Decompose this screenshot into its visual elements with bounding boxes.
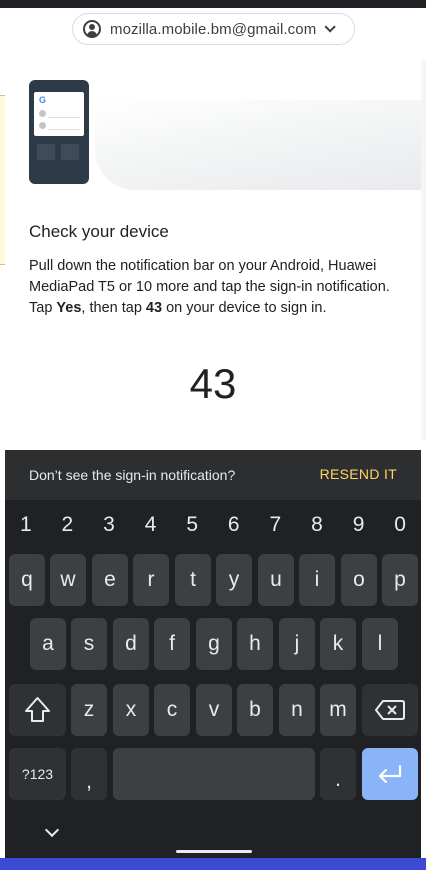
phone-button bbox=[61, 144, 79, 160]
status-bar bbox=[0, 0, 426, 8]
key-a[interactable]: a bbox=[30, 618, 66, 670]
key-z[interactable]: z bbox=[71, 684, 107, 736]
key-k[interactable]: k bbox=[320, 618, 356, 670]
key-j[interactable]: j bbox=[279, 618, 315, 670]
period-key[interactable]: . bbox=[320, 748, 356, 800]
key-x[interactable]: x bbox=[113, 684, 149, 736]
key-e[interactable]: e bbox=[92, 554, 128, 606]
shift-key[interactable] bbox=[9, 684, 66, 736]
verification-code: 43 bbox=[189, 360, 237, 407]
key-u[interactable]: u bbox=[258, 554, 294, 606]
sign-in-sheet: mozilla.mobile.bm@gmail.com G Check your… bbox=[5, 8, 421, 450]
chevron-down-icon bbox=[324, 21, 337, 33]
device-illustration: G bbox=[5, 70, 421, 200]
key-r[interactable]: r bbox=[133, 554, 169, 606]
key-2[interactable]: 2 bbox=[47, 508, 89, 542]
key-7[interactable]: 7 bbox=[255, 508, 297, 542]
key-5[interactable]: 5 bbox=[171, 508, 213, 542]
key-3[interactable]: 3 bbox=[88, 508, 130, 542]
google-logo-icon: G bbox=[39, 95, 47, 105]
phone-illustration: G bbox=[29, 80, 89, 184]
enter-key[interactable] bbox=[362, 748, 418, 800]
key-c[interactable]: c bbox=[154, 684, 190, 736]
list-line bbox=[48, 129, 80, 130]
enter-icon bbox=[378, 764, 402, 784]
key-4[interactable]: 4 bbox=[130, 508, 172, 542]
account-email: mozilla.mobile.bm@gmail.com bbox=[110, 20, 317, 38]
key-h[interactable]: h bbox=[237, 618, 273, 670]
notification-help-bar: Don’t see the sign-in notification? RESE… bbox=[5, 450, 421, 500]
account-circle-icon bbox=[83, 20, 101, 38]
yes-emphasis: Yes bbox=[56, 300, 82, 316]
keyboard-collapse-icon[interactable] bbox=[44, 822, 60, 838]
key-s[interactable]: s bbox=[71, 618, 107, 670]
illustration-background bbox=[95, 100, 421, 190]
comma-key[interactable]: , bbox=[71, 748, 107, 800]
key-q[interactable]: q bbox=[9, 554, 45, 606]
key-l[interactable]: l bbox=[362, 618, 398, 670]
space-key[interactable] bbox=[113, 748, 315, 800]
key-0[interactable]: 0 bbox=[379, 508, 421, 542]
home-indicator[interactable] bbox=[176, 850, 252, 853]
key-n[interactable]: n bbox=[279, 684, 315, 736]
phone-screen: G bbox=[34, 92, 84, 136]
list-dot bbox=[39, 110, 46, 117]
list-dot bbox=[39, 122, 46, 129]
key-m[interactable]: m bbox=[320, 684, 356, 736]
key-f[interactable]: f bbox=[154, 618, 190, 670]
key-9[interactable]: 9 bbox=[338, 508, 380, 542]
key-b[interactable]: b bbox=[237, 684, 273, 736]
list-line bbox=[48, 117, 80, 118]
key-g[interactable]: g bbox=[196, 618, 232, 670]
key-o[interactable]: o bbox=[341, 554, 377, 606]
instructions-text: Pull down the notification bar on your A… bbox=[29, 258, 390, 316]
number-row: 1 2 3 4 5 6 7 8 9 0 bbox=[5, 508, 421, 542]
code-emphasis: 43 bbox=[145, 300, 163, 316]
key-y[interactable]: y bbox=[216, 554, 252, 606]
key-8[interactable]: 8 bbox=[296, 508, 338, 542]
onscreen-keyboard: 1 2 3 4 5 6 7 8 9 0 q w e r t y u i o p … bbox=[5, 500, 421, 858]
backspace-icon bbox=[375, 700, 405, 720]
shift-icon bbox=[25, 697, 50, 722]
symbols-key[interactable]: ?123 bbox=[9, 748, 66, 800]
backspace-key[interactable] bbox=[362, 684, 418, 736]
key-p[interactable]: p bbox=[382, 554, 418, 606]
resend-button[interactable]: RESEND IT bbox=[320, 466, 397, 482]
key-t[interactable]: t bbox=[175, 554, 211, 606]
notification-help-text: Don’t see the sign-in notification? bbox=[29, 467, 236, 483]
page-title: Check your device bbox=[29, 222, 169, 241]
key-d[interactable]: d bbox=[113, 618, 149, 670]
key-6[interactable]: 6 bbox=[213, 508, 255, 542]
key-i[interactable]: i bbox=[299, 554, 335, 606]
key-1[interactable]: 1 bbox=[5, 508, 47, 542]
account-chip[interactable]: mozilla.mobile.bm@gmail.com bbox=[72, 13, 355, 45]
navigation-bar bbox=[0, 858, 426, 870]
phone-button bbox=[37, 144, 55, 160]
key-w[interactable]: w bbox=[50, 554, 86, 606]
key-v[interactable]: v bbox=[196, 684, 232, 736]
